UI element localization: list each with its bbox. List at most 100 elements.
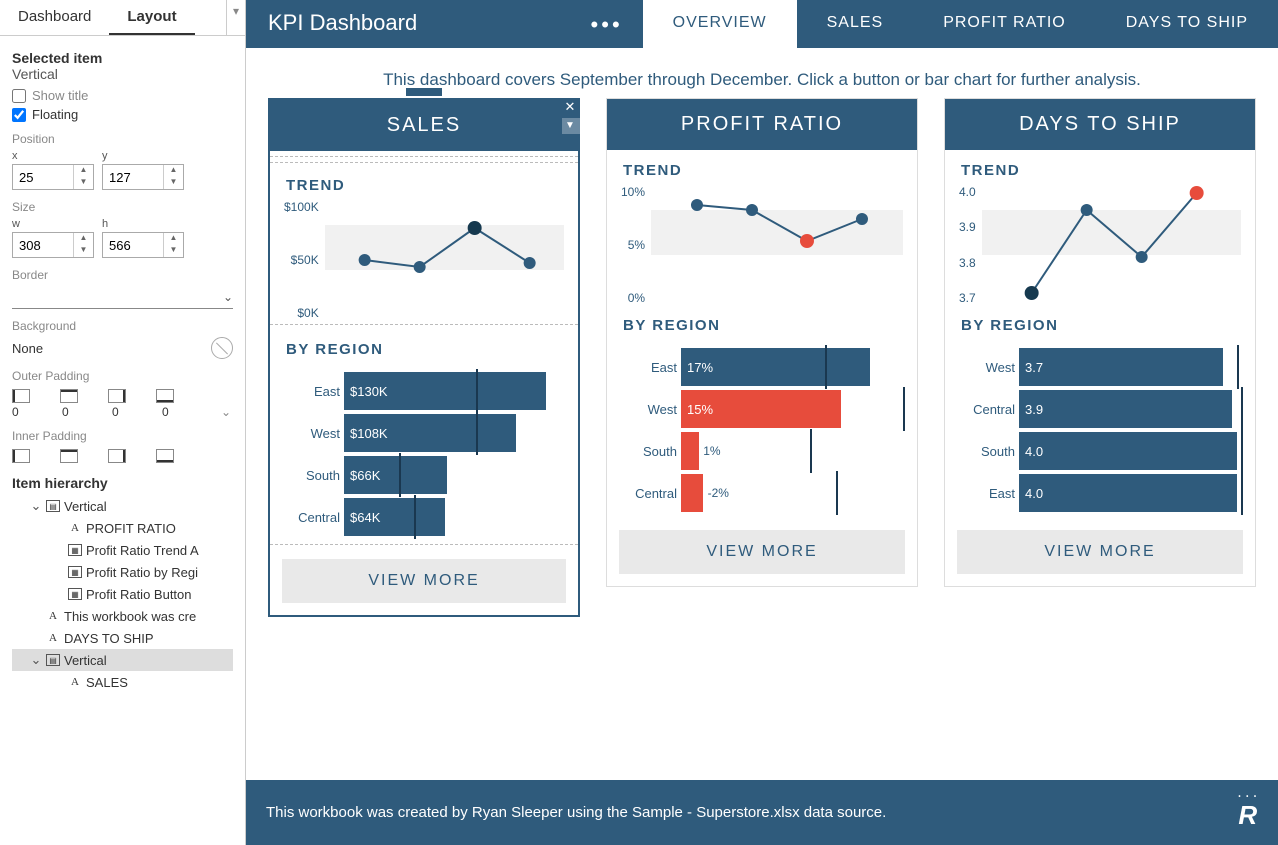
size-w-input[interactable] bbox=[13, 233, 73, 257]
profit-view-more-button[interactable]: VIEW MORE bbox=[619, 530, 905, 574]
floating-label: Floating bbox=[32, 107, 78, 122]
outer-padding-dropdown[interactable]: ⌄ bbox=[221, 405, 233, 419]
floating-checkbox[interactable] bbox=[12, 108, 26, 122]
size-h-stepper[interactable]: ▲▼ bbox=[102, 232, 184, 258]
card-sales-header: SALES ✕ ▼ bbox=[270, 100, 578, 151]
chevron-down-icon: ⌄ bbox=[223, 290, 233, 304]
region-bar-row[interactable]: West3.7 bbox=[959, 346, 1241, 388]
region-bar-row[interactable]: East$130K bbox=[284, 370, 564, 412]
card-sales[interactable]: SALES ✕ ▼ TREND $100K $50K $0K BY REGI bbox=[268, 98, 580, 617]
region-bar-row[interactable]: South$66K bbox=[284, 454, 564, 496]
region-bar-row[interactable]: Central3.9 bbox=[959, 388, 1241, 430]
tab-sales[interactable]: SALES bbox=[797, 0, 914, 48]
more-dots-icon[interactable]: ••• bbox=[591, 0, 643, 48]
pos-x-down[interactable]: ▼ bbox=[74, 177, 93, 189]
pos-y-stepper[interactable]: ▲▼ bbox=[102, 164, 184, 190]
size-h-input[interactable] bbox=[103, 233, 163, 257]
show-title-checkbox[interactable] bbox=[12, 89, 26, 103]
size-h-label: h bbox=[102, 218, 184, 230]
background-swatch[interactable] bbox=[211, 337, 233, 359]
ipad-bottom-icon bbox=[156, 449, 174, 463]
ipad-left-icon bbox=[12, 449, 30, 463]
size-h-up[interactable]: ▲ bbox=[164, 233, 183, 245]
pos-x-input[interactable] bbox=[13, 165, 73, 189]
card-days-to-ship[interactable]: DAYS TO SHIP TREND 4.0 3.9 3.8 3.7 BY RE… bbox=[944, 98, 1256, 587]
tree-item[interactable]: ▦Profit Ratio by Regi bbox=[12, 561, 233, 583]
sidebar-tab-layout[interactable]: Layout bbox=[109, 0, 194, 35]
background-value: None bbox=[12, 341, 43, 356]
sales-region-chart[interactable]: East$130KWest$108KSouth$66KCentral$64K bbox=[270, 364, 578, 540]
sidebar-tabs-dropdown[interactable]: ▾ bbox=[226, 0, 245, 35]
region-bar-row[interactable]: East17% bbox=[621, 346, 903, 388]
profit-trend-chart[interactable] bbox=[651, 185, 903, 305]
days-trend-chart[interactable] bbox=[982, 185, 1241, 305]
profit-trend-axis: 10% 5% 0% bbox=[621, 185, 651, 305]
pos-x-up[interactable]: ▲ bbox=[74, 165, 93, 177]
layout-sidebar: Dashboard Layout ▾ Selected item Vertica… bbox=[0, 0, 246, 845]
pad-top-icon bbox=[60, 389, 78, 403]
selected-item-value: Vertical bbox=[12, 66, 233, 82]
tree-item[interactable]: ⌄▤Vertical bbox=[12, 495, 233, 517]
card-days-header: DAYS TO SHIP bbox=[945, 99, 1255, 150]
region-bar-row[interactable]: East4.0 bbox=[959, 472, 1241, 514]
pos-y-input[interactable] bbox=[103, 165, 163, 189]
profit-trend-label: TREND bbox=[607, 150, 917, 185]
profit-region-label: BY REGION bbox=[607, 305, 917, 340]
days-region-chart[interactable]: West3.7Central3.9South4.0East4.0 bbox=[945, 340, 1255, 516]
pos-x-label: x bbox=[12, 150, 94, 162]
size-w-label: w bbox=[12, 218, 94, 230]
tree-item[interactable]: ▦Profit Ratio Button bbox=[12, 583, 233, 605]
pad-right-icon bbox=[108, 389, 126, 403]
tree-item[interactable]: ⌄▤Vertical bbox=[12, 649, 233, 671]
pos-x-stepper[interactable]: ▲▼ bbox=[12, 164, 94, 190]
floating-row: Floating bbox=[12, 107, 233, 122]
tree-item[interactable]: ▦Profit Ratio Trend A bbox=[12, 539, 233, 561]
region-bar-row[interactable]: South4.0 bbox=[959, 430, 1241, 472]
brand-logo-icon: • • •R bbox=[1238, 794, 1258, 831]
close-icon[interactable]: ✕ bbox=[562, 98, 580, 116]
size-w-down[interactable]: ▼ bbox=[74, 245, 93, 257]
sales-trend-chart[interactable] bbox=[325, 200, 564, 320]
border-select[interactable]: ⌄ bbox=[12, 286, 233, 309]
pos-y-down[interactable]: ▼ bbox=[164, 177, 183, 189]
top-nav: KPI Dashboard ••• OVERVIEW SALES PROFIT … bbox=[246, 0, 1278, 48]
inner-padding-label: Inner Padding bbox=[12, 429, 233, 443]
show-title-label: Show title bbox=[32, 88, 88, 103]
pos-y-label: y bbox=[102, 150, 184, 162]
size-h-down[interactable]: ▼ bbox=[164, 245, 183, 257]
tree-item[interactable]: ASALES bbox=[12, 671, 233, 693]
region-bar-row[interactable]: Central$64K bbox=[284, 496, 564, 538]
hierarchy-title: Item hierarchy bbox=[12, 475, 233, 491]
background-label: Background bbox=[12, 319, 233, 333]
card-profit-ratio[interactable]: PROFIT RATIO TREND 10% 5% 0% BY REGION E… bbox=[606, 98, 918, 587]
region-bar-row[interactable]: West15% bbox=[621, 388, 903, 430]
ipad-right-icon bbox=[108, 449, 126, 463]
sidebar-tabs: Dashboard Layout ▾ bbox=[0, 0, 245, 36]
tab-days-to-ship[interactable]: DAYS TO SHIP bbox=[1096, 0, 1278, 48]
dashboard-footer: This workbook was created by Ryan Sleepe… bbox=[246, 780, 1278, 845]
sidebar-tab-dashboard[interactable]: Dashboard bbox=[0, 0, 109, 35]
dashboard-area: KPI Dashboard ••• OVERVIEW SALES PROFIT … bbox=[246, 0, 1278, 845]
outer-padding-values: 0 0 0 0 ⌄ bbox=[12, 405, 233, 419]
card-menu-caret-icon[interactable]: ▼ bbox=[562, 118, 580, 134]
tab-overview[interactable]: OVERVIEW bbox=[643, 0, 797, 48]
sales-trend-label: TREND bbox=[270, 165, 578, 200]
sales-trend-axis: $100K $50K $0K bbox=[284, 200, 325, 320]
profit-region-chart[interactable]: East17%West15%South1%Central-2% bbox=[607, 340, 917, 516]
pos-y-up[interactable]: ▲ bbox=[164, 165, 183, 177]
size-w-stepper[interactable]: ▲▼ bbox=[12, 232, 94, 258]
sales-view-more-button[interactable]: VIEW MORE bbox=[282, 559, 566, 603]
size-label: Size bbox=[12, 200, 233, 214]
region-bar-row[interactable]: South1% bbox=[621, 430, 903, 472]
size-w-up[interactable]: ▲ bbox=[74, 233, 93, 245]
days-view-more-button[interactable]: VIEW MORE bbox=[957, 530, 1243, 574]
sales-region-label: BY REGION bbox=[270, 329, 578, 364]
tree-item[interactable]: ADAYS TO SHIP bbox=[12, 627, 233, 649]
card-profit-header: PROFIT RATIO bbox=[607, 99, 917, 150]
region-bar-row[interactable]: West$108K bbox=[284, 412, 564, 454]
position-label: Position bbox=[12, 132, 233, 146]
region-bar-row[interactable]: Central-2% bbox=[621, 472, 903, 514]
tab-profit-ratio[interactable]: PROFIT RATIO bbox=[913, 0, 1096, 48]
tree-item[interactable]: AThis workbook was cre bbox=[12, 605, 233, 627]
tree-item[interactable]: APROFIT RATIO bbox=[12, 517, 233, 539]
